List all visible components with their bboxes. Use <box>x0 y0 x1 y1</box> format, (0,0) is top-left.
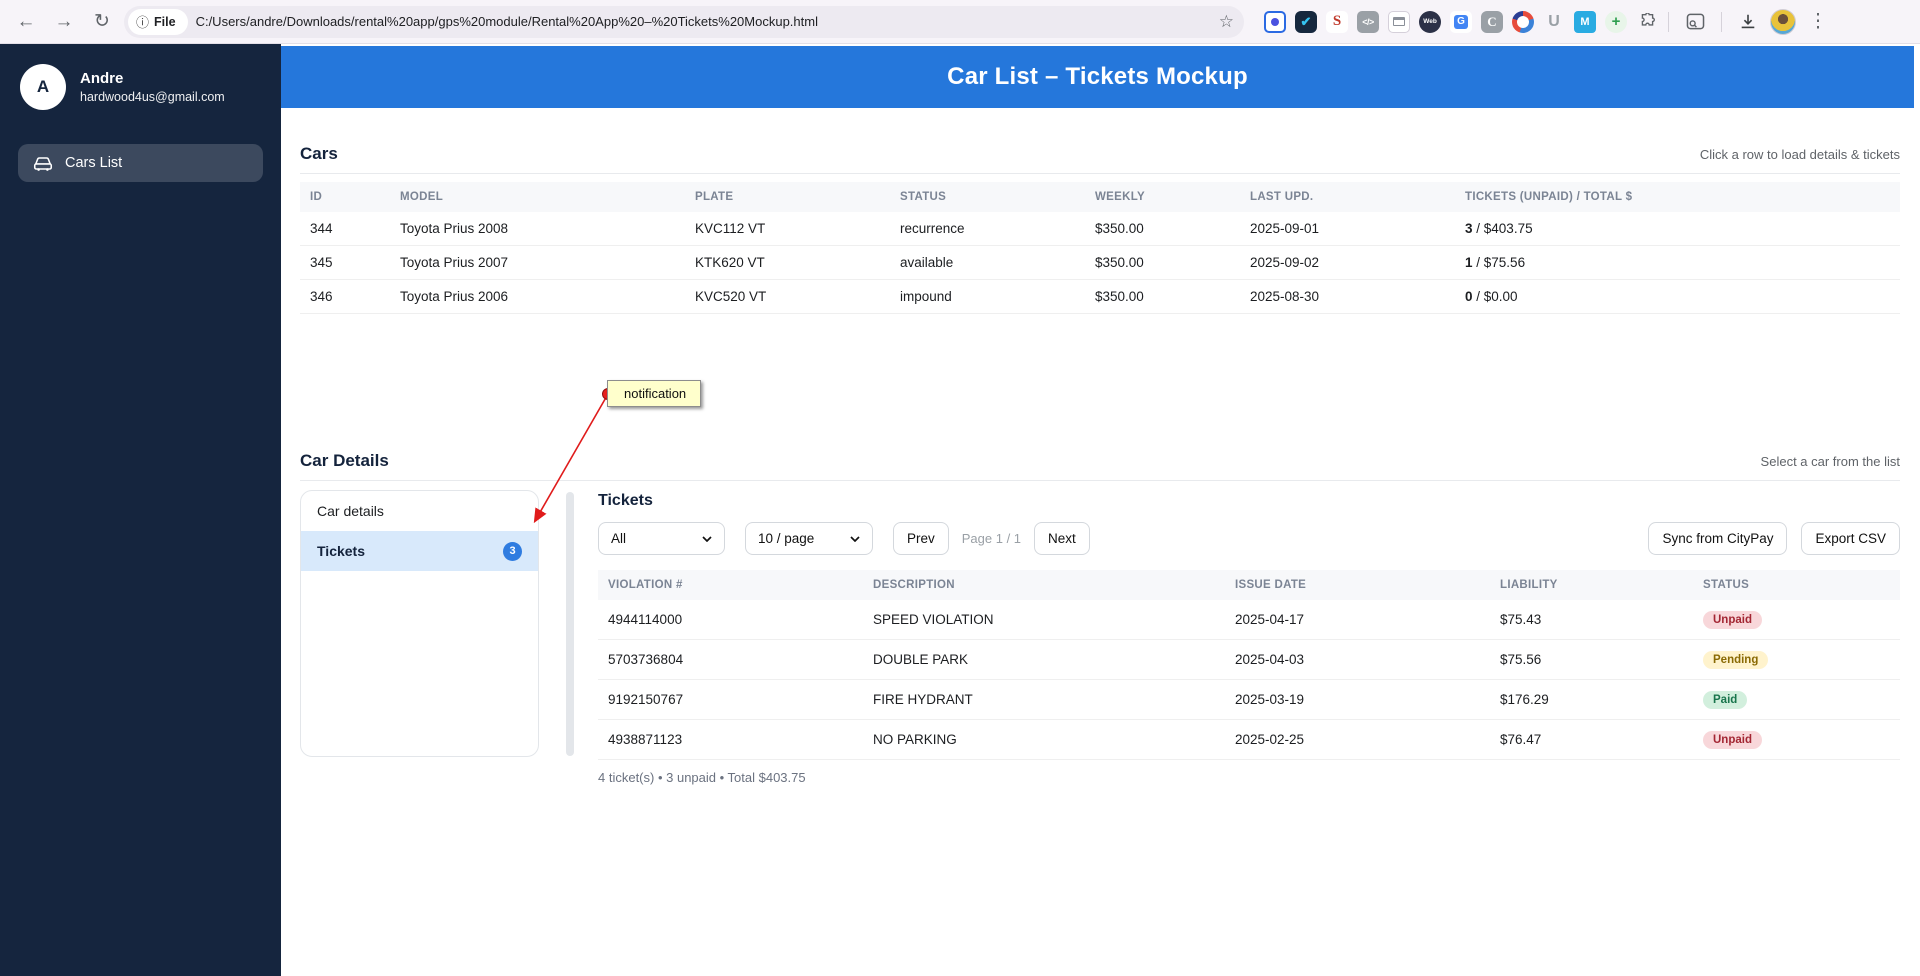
info-icon: ⓘ <box>136 15 150 30</box>
user-name: Andre <box>80 70 124 87</box>
sidebar: A Andre hardwood4us@gmail.com Cars List <box>0 44 281 976</box>
page-indicator: Page 1 / 1 <box>961 531 1022 546</box>
status-badge: Unpaid <box>1703 610 1762 629</box>
c-icon[interactable]: C <box>1481 10 1503 33</box>
cars-table: ID MODEL PLATE STATUS WEEKLY LAST UPD. T… <box>300 182 1900 314</box>
file-scheme-chip[interactable]: ⓘ File <box>128 8 188 35</box>
divider <box>300 173 1900 174</box>
m-icon[interactable]: M <box>1574 10 1596 33</box>
code-icon[interactable]: </> <box>1357 10 1379 33</box>
screenshot-icon[interactable] <box>1388 10 1410 33</box>
table-row[interactable]: 5703736804 DOUBLE PARK 2025-04-03 $75.56… <box>598 639 1900 680</box>
tickets-table: VIOLATION # DESCRIPTION ISSUE DATE LIABI… <box>598 570 1900 760</box>
car-details-section: Car Details Select a car from the list C… <box>281 451 1914 785</box>
panel-scrollbar[interactable] <box>566 492 574 756</box>
sidebar-item-cars-list[interactable]: Cars List <box>18 144 263 182</box>
extensions-row: ✔ S </> Web G C U M + <box>1264 10 1658 33</box>
toolbar-separator <box>1668 11 1669 32</box>
seo-icon[interactable]: S <box>1326 10 1348 33</box>
status-filter-select[interactable]: All <box>598 522 725 555</box>
browser-toolbar: ← → ↻ ⓘ File C:/Users/andre/Downloads/re… <box>0 0 1920 44</box>
puzzle-icon[interactable] <box>1636 11 1658 33</box>
scheme-label: File <box>154 14 176 29</box>
table-row[interactable]: 9192150767 FIRE HYDRANT 2025-03-19 $176.… <box>598 679 1900 720</box>
avatar: A <box>20 64 66 110</box>
tab-car-details[interactable]: Car details <box>301 491 538 531</box>
tab-tickets[interactable]: Tickets 3 <box>301 531 538 571</box>
table-row[interactable]: 346 Toyota Prius 2006 KVC520 VT impound … <box>300 279 1900 314</box>
car-details-heading: Car Details <box>300 451 389 470</box>
export-csv-button[interactable]: Export CSV <box>1801 522 1900 555</box>
browser-profile-avatar[interactable] <box>1770 8 1796 35</box>
next-page-button[interactable]: Next <box>1034 522 1090 555</box>
page-content: Car List – Tickets Mockup Cars Click a r… <box>281 44 1920 976</box>
address-bar[interactable]: ⓘ File C:/Users/andre/Downloads/rental%2… <box>124 5 1244 38</box>
car-details-hint: Select a car from the list <box>1760 454 1900 469</box>
prev-page-button[interactable]: Prev <box>893 522 949 555</box>
table-row[interactable]: 4944114000 SPEED VIOLATION 2025-04-17 $7… <box>598 600 1900 640</box>
back-icon[interactable]: ← <box>10 6 42 38</box>
cars-table-header: ID MODEL PLATE STATUS WEEKLY LAST UPD. T… <box>300 182 1900 212</box>
chevron-down-icon <box>850 535 860 542</box>
tickets-heading: Tickets <box>598 492 653 509</box>
plus-icon[interactable]: + <box>1605 10 1627 33</box>
user-email: hardwood4us@gmail.com <box>80 90 225 104</box>
refresh-icon[interactable]: ↻ <box>86 6 118 38</box>
cars-section: Cars Click a row to load details & ticke… <box>281 144 1914 314</box>
cars-hint: Click a row to load details & tickets <box>1699 147 1900 162</box>
tickets-count-badge: 3 <box>503 541 522 561</box>
kebab-menu-icon[interactable]: ⋮ <box>1802 6 1834 38</box>
table-row[interactable]: 4938871123 NO PARKING 2025-02-25 $76.47 … <box>598 719 1900 760</box>
tab-capture-icon[interactable] <box>1264 10 1286 33</box>
bookmark-star-icon[interactable]: ☆ <box>1219 12 1234 32</box>
sidebar-item-label: Cars List <box>65 155 123 171</box>
cars-heading: Cars <box>300 144 338 163</box>
web-badge-icon[interactable]: Web <box>1419 10 1441 33</box>
page-header: Car List – Tickets Mockup <box>281 46 1914 108</box>
side-panel-icon[interactable] <box>1679 6 1711 38</box>
table-row[interactable]: 345 Toyota Prius 2007 KTK620 VT availabl… <box>300 245 1900 280</box>
tickets-panel: Tickets All 10 / page Prev Page 1 / 1 Ne… <box>598 490 1900 785</box>
details-tabs-card: Car details Tickets 3 <box>300 490 539 757</box>
table-row[interactable]: 344 Toyota Prius 2008 KVC112 VT recurren… <box>300 212 1900 246</box>
divider <box>300 480 1900 481</box>
status-badge: Pending <box>1703 650 1769 669</box>
status-badge: Paid <box>1703 690 1748 709</box>
toolbar-separator <box>1721 11 1722 32</box>
ring-icon[interactable] <box>1512 10 1534 33</box>
page-size-select[interactable]: 10 / page <box>745 522 873 555</box>
user-block: A Andre hardwood4us@gmail.com <box>0 44 281 136</box>
u-icon[interactable]: U <box>1543 10 1565 33</box>
car-icon <box>33 156 53 171</box>
chevron-down-icon <box>702 535 712 542</box>
tickets-summary: 4 ticket(s) • 3 unpaid • Total $403.75 <box>598 770 806 785</box>
tickets-table-header: VIOLATION # DESCRIPTION ISSUE DATE LIABI… <box>598 570 1900 600</box>
url-text[interactable]: C:/Users/andre/Downloads/rental%20app/gp… <box>196 14 1211 29</box>
downloads-icon[interactable] <box>1732 6 1764 38</box>
todo-check-icon[interactable]: ✔ <box>1295 10 1317 33</box>
sync-citypay-button[interactable]: Sync from CityPay <box>1648 522 1788 555</box>
translate-icon[interactable]: G <box>1450 10 1472 33</box>
page-title: Car List – Tickets Mockup <box>947 63 1248 90</box>
forward-icon[interactable]: → <box>48 6 80 38</box>
annotation-note: notification <box>607 380 702 407</box>
status-badge: Unpaid <box>1703 730 1762 749</box>
